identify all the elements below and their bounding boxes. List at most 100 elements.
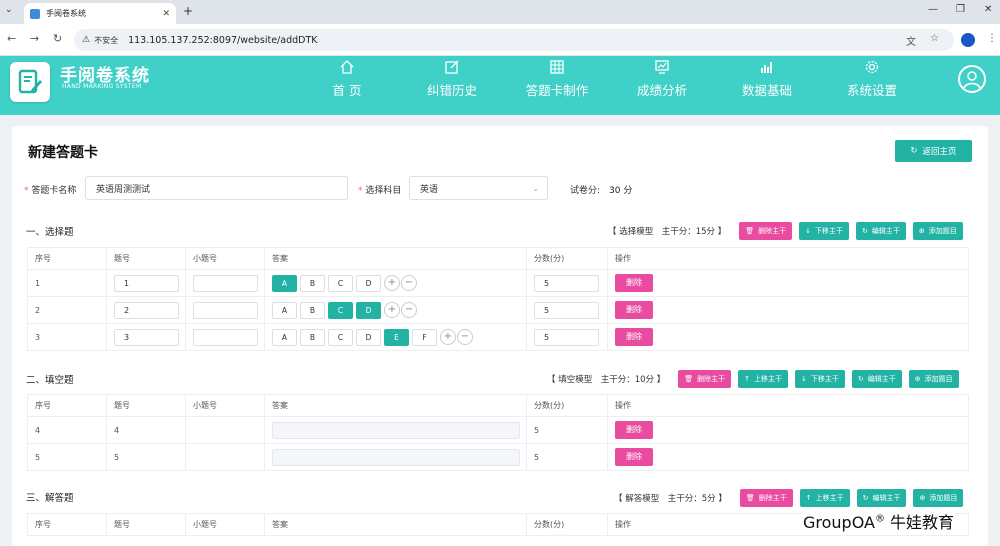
- option-e[interactable]: E: [384, 328, 409, 346]
- add-option-icon[interactable]: +: [384, 302, 400, 318]
- delete-row-button[interactable]: 删除: [615, 328, 653, 346]
- bar-chart-icon: [761, 62, 772, 73]
- tab-title: 手阅卷系统: [46, 9, 86, 18]
- menu-dots-icon[interactable]: ⋮: [987, 33, 997, 44]
- remove-option-icon[interactable]: −: [457, 329, 473, 345]
- profile-icon[interactable]: [961, 33, 975, 47]
- col-qno: 题号: [106, 247, 186, 270]
- table-row: 3 3 A B C D E F + − 5 删除: [27, 323, 969, 351]
- option-a[interactable]: A: [272, 301, 297, 319]
- add-option-icon[interactable]: +: [384, 275, 400, 291]
- maximize-icon[interactable]: ❐: [956, 4, 965, 15]
- score-input[interactable]: 5: [534, 274, 599, 292]
- option-d[interactable]: D: [356, 301, 381, 319]
- move-down-button[interactable]: ↓ 下移主干: [799, 222, 849, 240]
- nav-answer-card-label: 答题卡制作: [525, 83, 589, 98]
- watermark: GroupOA® 牛娃教育: [801, 509, 957, 533]
- url-text[interactable]: 113.105.137.252:8097/website/addDTK: [128, 35, 317, 46]
- add-question-button[interactable]: ⊕ 添加题目: [908, 370, 959, 388]
- back-home-button[interactable]: ↻ 返回主页: [895, 140, 972, 162]
- add-question-button[interactable]: ⊕ 添加题目: [912, 222, 963, 240]
- nav-error-history[interactable]: 纠错历史: [412, 59, 492, 111]
- option-b[interactable]: B: [300, 301, 325, 319]
- back-icon[interactable]: ←: [7, 32, 16, 45]
- delete-stem-button[interactable]: 🗑 删除主干: [678, 370, 732, 388]
- delete-row-button[interactable]: 删除: [615, 274, 653, 292]
- tab-search-icon[interactable]: ⌄: [5, 5, 13, 15]
- nav-system-settings-label: 系统设置: [846, 83, 897, 98]
- gear-icon: [865, 60, 879, 74]
- address-toolbar: ← → ↻ ⚠ 不安全 113.105.137.252:8097/website…: [0, 24, 1000, 56]
- option-a[interactable]: A: [272, 328, 297, 346]
- edit-stem-button[interactable]: ↻ 编辑主干: [856, 489, 907, 507]
- grid-icon: [550, 60, 564, 74]
- close-window-icon[interactable]: ✕: [984, 4, 992, 15]
- option-d[interactable]: D: [356, 274, 381, 292]
- reload-icon[interactable]: ↻: [53, 32, 62, 45]
- app-header: 手阅卷系统 HAND MARKING SYSTEM 首 页 纠错历史 答题卡制作…: [0, 56, 1000, 115]
- nav-home[interactable]: 首 页: [307, 59, 387, 111]
- move-down-button[interactable]: ↓ 下移主干: [795, 370, 845, 388]
- move-up-button[interactable]: ↑ 上移主干: [738, 370, 788, 388]
- remove-option-icon[interactable]: −: [401, 275, 417, 291]
- close-tab-icon[interactable]: ✕: [162, 9, 170, 19]
- delete-row-button[interactable]: 删除: [615, 301, 653, 319]
- translate-icon[interactable]: 文: [906, 33, 916, 48]
- option-b[interactable]: B: [300, 328, 325, 346]
- warning-icon: ⚠: [82, 35, 91, 45]
- address-bar[interactable]: ⚠ 不安全 113.105.137.252:8097/website/addDT…: [74, 29, 954, 51]
- section-fill-toolbar: 【 填空模型 主干分：10分 】 🗑 删除主干 ↑ 上移主干 ↓ 下移主干 ↻ 编辑主干…: [547, 370, 959, 388]
- nav-system-settings[interactable]: 系统设置: [832, 59, 912, 111]
- browser-tab[interactable]: 手阅卷系统 ✕: [24, 3, 176, 24]
- nav-score-analysis[interactable]: 成绩分析: [622, 59, 702, 111]
- option-c[interactable]: C: [328, 328, 353, 346]
- score-input[interactable]: 5: [534, 301, 599, 319]
- delete-stem-button[interactable]: 🗑 删除主干: [739, 489, 793, 507]
- new-tab-icon[interactable]: +: [183, 4, 193, 18]
- nav-answer-card[interactable]: 答题卡制作: [517, 59, 597, 111]
- table-row: 4 4 5 删除: [27, 416, 969, 444]
- subject-select[interactable]: 英语 ⌄: [409, 176, 548, 200]
- option-f[interactable]: F: [412, 328, 437, 346]
- score-input[interactable]: 5: [534, 328, 599, 346]
- answer-input[interactable]: [272, 421, 520, 439]
- col-subno: 小题号: [185, 247, 265, 270]
- card-name-input[interactable]: 英语周测测试: [85, 176, 348, 200]
- page-title: 新建答题卡: [28, 145, 98, 161]
- nav-data-basics-label: 数据基础: [741, 83, 792, 98]
- delete-row-button[interactable]: 删除: [615, 448, 653, 466]
- qno-input[interactable]: 1: [114, 274, 179, 292]
- browser-tab-strip: ⌄ 手阅卷系统 ✕ + — ❐ ✕: [0, 0, 1000, 24]
- forward-icon[interactable]: →: [30, 32, 39, 45]
- back-home-label: 返回主页: [922, 147, 957, 157]
- nav-data-basics[interactable]: 数据基础: [727, 59, 807, 111]
- user-avatar-icon[interactable]: [958, 65, 986, 93]
- option-b[interactable]: B: [300, 274, 325, 292]
- qno-input[interactable]: 3: [114, 328, 179, 346]
- option-a[interactable]: A: [272, 274, 297, 292]
- col-score: 分数(分): [526, 247, 608, 270]
- option-c[interactable]: C: [328, 301, 353, 319]
- subno-input[interactable]: [193, 301, 258, 319]
- nav-home-label: 首 页: [332, 83, 362, 98]
- delete-row-button[interactable]: 删除: [615, 421, 653, 439]
- add-option-icon[interactable]: +: [440, 329, 456, 345]
- bookmark-star-icon[interactable]: ☆: [930, 33, 939, 44]
- minimize-icon[interactable]: —: [928, 4, 938, 15]
- delete-stem-button[interactable]: 🗑 删除主干: [739, 222, 793, 240]
- option-c[interactable]: C: [328, 274, 353, 292]
- edit-stem-button[interactable]: ↻ 编辑主干: [856, 222, 906, 240]
- edit-icon: [445, 60, 459, 74]
- qno-input[interactable]: 2: [114, 301, 179, 319]
- home-icon: [340, 60, 354, 74]
- move-up-button[interactable]: ↑ 上移主干: [799, 489, 850, 507]
- col-answer: 答案: [264, 247, 527, 270]
- edit-stem-button[interactable]: ↻ 编辑主干: [851, 370, 902, 388]
- option-d[interactable]: D: [356, 328, 381, 346]
- add-question-button[interactable]: ⊕ 添加题目: [913, 489, 964, 507]
- subno-input[interactable]: [193, 274, 258, 292]
- answer-input[interactable]: [272, 448, 520, 466]
- remove-option-icon[interactable]: −: [401, 302, 417, 318]
- subno-input[interactable]: [193, 328, 258, 346]
- col-ops: 操作: [607, 247, 969, 270]
